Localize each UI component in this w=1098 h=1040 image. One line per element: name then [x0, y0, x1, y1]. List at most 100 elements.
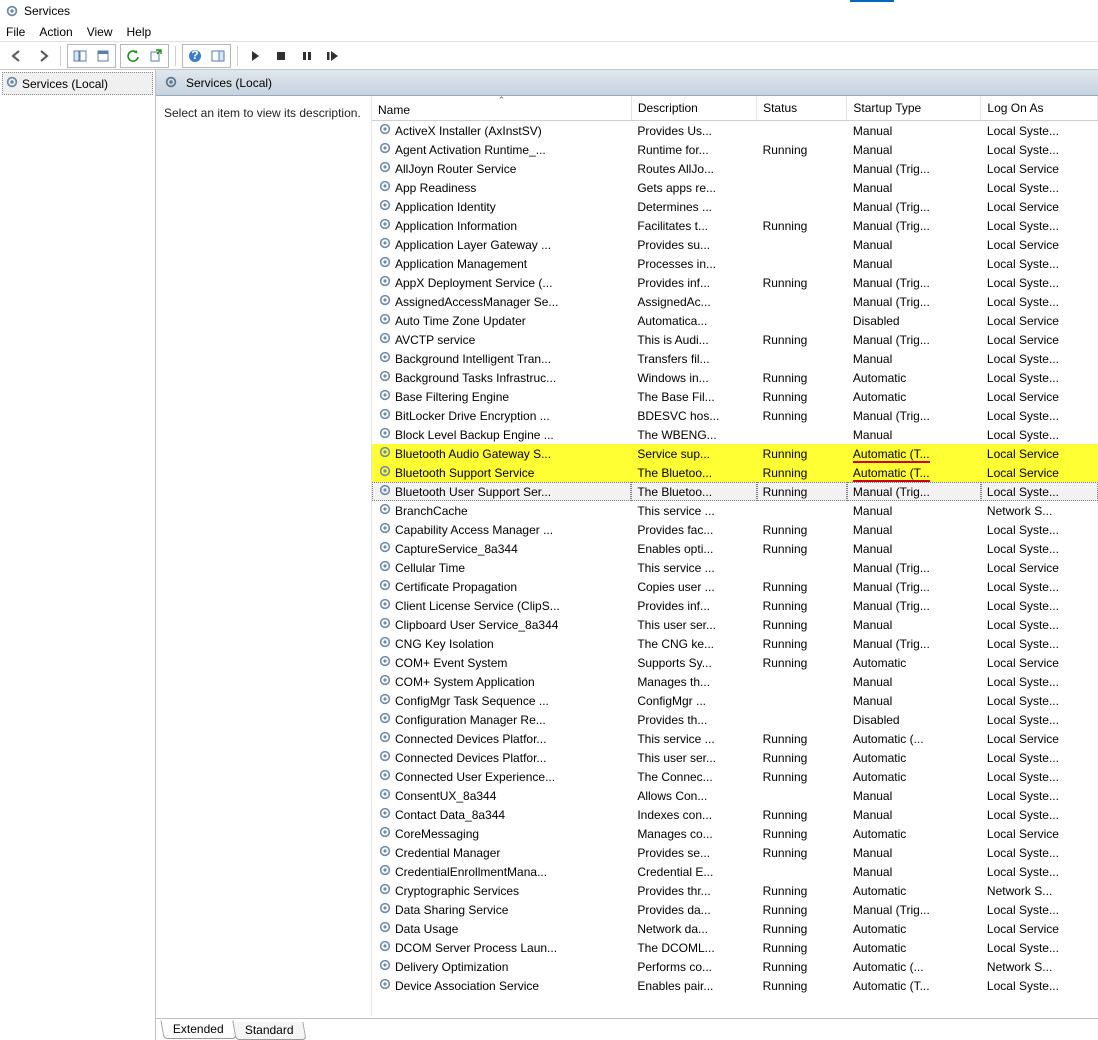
service-name-label: ActiveX Installer (AxInstSV)	[395, 124, 542, 138]
start-service-button[interactable]	[244, 45, 266, 67]
stop-service-button[interactable]	[270, 45, 292, 67]
cell-name: ConfigMgr Task Sequence ...	[372, 691, 631, 710]
table-row[interactable]: Auto Time Zone UpdaterAutomatica...Disab…	[372, 311, 1098, 330]
table-row[interactable]: ConfigMgr Task Sequence ...ConfigMgr ...…	[372, 691, 1098, 710]
restart-service-button[interactable]	[322, 45, 344, 67]
tree-item-services-local[interactable]: Services (Local)	[2, 72, 153, 95]
table-row[interactable]: Clipboard User Service_8a344This user se…	[372, 615, 1098, 634]
cell-status	[757, 786, 847, 805]
cell-status: Running	[757, 368, 847, 387]
gear-icon	[378, 293, 392, 310]
table-row[interactable]: Delivery OptimizationPerforms co...Runni…	[372, 957, 1098, 976]
table-row[interactable]: Connected Devices Platfor...This service…	[372, 729, 1098, 748]
table-row[interactable]: COM+ Event SystemSupports Sy...RunningAu…	[372, 653, 1098, 672]
back-button[interactable]	[6, 45, 28, 67]
cell-log-on-as: Local Syste...	[981, 786, 1098, 805]
help-button[interactable]: ?	[184, 46, 206, 66]
table-row[interactable]: ConsentUX_8a344Allows Con...ManualLocal …	[372, 786, 1098, 805]
table-row[interactable]: CredentialEnrollmentMana...Credential E.…	[372, 862, 1098, 881]
table-row[interactable]: COM+ System ApplicationManages th...Manu…	[372, 672, 1098, 691]
table-row[interactable]: CNG Key IsolationThe CNG ke...RunningMan…	[372, 634, 1098, 653]
table-row[interactable]: Application Layer Gateway ...Provides su…	[372, 235, 1098, 254]
table-row[interactable]: Data UsageNetwork da...RunningAutomaticL…	[372, 919, 1098, 938]
table-row[interactable]: CaptureService_8a344Enables opti...Runni…	[372, 539, 1098, 558]
table-row[interactable]: Background Intelligent Tran...Transfers …	[372, 349, 1098, 368]
table-row[interactable]: Block Level Backup Engine ...The WBENG..…	[372, 425, 1098, 444]
col-log-on-as[interactable]: Log On As	[981, 96, 1098, 121]
table-row[interactable]: AVCTP serviceThis is Audi...RunningManua…	[372, 330, 1098, 349]
show-hide-tree-button[interactable]	[69, 46, 91, 66]
table-row[interactable]: Configuration Manager Re...Provides th..…	[372, 710, 1098, 729]
table-row[interactable]: Application IdentityDetermines ...Manual…	[372, 197, 1098, 216]
cell-startup-type: Manual	[847, 121, 981, 141]
table-row[interactable]: ActiveX Installer (AxInstSV)Provides Us.…	[372, 121, 1098, 141]
properties-button[interactable]	[92, 46, 114, 66]
cell-description: Service sup...	[631, 444, 756, 463]
col-description[interactable]: Description	[631, 96, 756, 121]
table-row[interactable]: Agent Activation Runtime_...Runtime for.…	[372, 140, 1098, 159]
cell-name: ActiveX Installer (AxInstSV)	[372, 121, 631, 140]
table-row[interactable]: Connected User Experience...The Connec..…	[372, 767, 1098, 786]
cell-log-on-as: Local Syste...	[981, 406, 1098, 425]
service-name-label: Data Sharing Service	[395, 903, 508, 917]
table-row[interactable]: Base Filtering EngineThe Base Fil...Runn…	[372, 387, 1098, 406]
gear-icon	[378, 350, 392, 367]
menu-file[interactable]: File	[6, 25, 25, 39]
cell-startup-type: Manual	[847, 235, 981, 254]
cell-startup-type: Manual (Trig...	[847, 330, 981, 349]
gear-icon	[378, 597, 392, 614]
refresh-button[interactable]	[122, 46, 144, 66]
table-row[interactable]: Application InformationFacilitates t...R…	[372, 216, 1098, 235]
gear-icon	[378, 445, 392, 462]
menu-view[interactable]: View	[87, 25, 113, 39]
table-row[interactable]: BitLocker Drive Encryption ...BDESVC hos…	[372, 406, 1098, 425]
table-row[interactable]: Bluetooth User Support Ser...The Bluetoo…	[372, 482, 1098, 501]
table-row[interactable]: DCOM Server Process Laun...The DCOML...R…	[372, 938, 1098, 957]
console-tree[interactable]: Services (Local)	[0, 70, 156, 1040]
cell-status: Running	[757, 938, 847, 957]
table-row[interactable]: Connected Devices Platfor...This user se…	[372, 748, 1098, 767]
table-row[interactable]: App ReadinessGets apps re...ManualLocal …	[372, 178, 1098, 197]
table-row[interactable]: Capability Access Manager ...Provides fa…	[372, 520, 1098, 539]
col-status[interactable]: Status	[757, 96, 847, 121]
col-startup-type[interactable]: Startup Type	[847, 96, 981, 121]
table-row[interactable]: Credential ManagerProvides se...RunningM…	[372, 843, 1098, 862]
table-row[interactable]: Application ManagementProcesses in...Man…	[372, 254, 1098, 273]
table-row[interactable]: Device Association ServiceEnables pair..…	[372, 976, 1098, 995]
table-row[interactable]: Cryptographic ServicesProvides thr...Run…	[372, 881, 1098, 900]
forward-button[interactable]	[32, 45, 54, 67]
cell-startup-type: Automatic (T...	[847, 463, 981, 482]
cell-startup-type: Automatic	[847, 919, 981, 938]
table-row[interactable]: Background Tasks Infrastruc...Windows in…	[372, 368, 1098, 387]
services-list[interactable]: ⌃Name Description Status Startup Type Lo…	[371, 96, 1098, 1016]
table-row[interactable]: AssignedAccessManager Se...AssignedAc...…	[372, 292, 1098, 311]
table-row[interactable]: Bluetooth Support ServiceThe Bluetoo...R…	[372, 463, 1098, 482]
table-row[interactable]: Bluetooth Audio Gateway S...Service sup.…	[372, 444, 1098, 463]
table-row[interactable]: CoreMessagingManages co...RunningAutomat…	[372, 824, 1098, 843]
table-row[interactable]: Data Sharing ServiceProvides da...Runnin…	[372, 900, 1098, 919]
tab-extended[interactable]: Extended	[160, 1020, 236, 1039]
table-row[interactable]: Contact Data_8a344Indexes con...RunningM…	[372, 805, 1098, 824]
services-table[interactable]: ⌃Name Description Status Startup Type Lo…	[372, 96, 1098, 995]
table-row[interactable]: AppX Deployment Service (...Provides inf…	[372, 273, 1098, 292]
pause-service-button[interactable]	[296, 45, 318, 67]
menu-action[interactable]: Action	[39, 25, 72, 39]
table-row[interactable]: Client License Service (ClipS...Provides…	[372, 596, 1098, 615]
service-name-label: Connected User Experience...	[395, 770, 555, 784]
body-area: Services (Local) Services (Local) Select…	[0, 70, 1098, 1040]
toolbar-separator	[175, 46, 176, 66]
gear-icon	[378, 502, 392, 519]
cell-startup-type: Manual	[847, 805, 981, 824]
cell-log-on-as: Local Syste...	[981, 900, 1098, 919]
table-row[interactable]: BranchCacheThis service ...ManualNetwork…	[372, 501, 1098, 520]
table-row[interactable]: Cellular TimeThis service ...Manual (Tri…	[372, 558, 1098, 577]
menu-help[interactable]: Help	[127, 25, 152, 39]
table-row[interactable]: AllJoyn Router ServiceRoutes AllJo...Man…	[372, 159, 1098, 178]
export-list-button[interactable]	[145, 46, 167, 66]
cell-description: Credential E...	[631, 862, 756, 881]
show-hide-action-pane-button[interactable]	[207, 46, 229, 66]
col-name[interactable]: ⌃Name	[372, 96, 631, 121]
pane-header: Services (Local)	[156, 70, 1098, 96]
table-row[interactable]: Certificate PropagationCopies user ...Ru…	[372, 577, 1098, 596]
tab-standard[interactable]: Standard	[232, 1022, 306, 1040]
